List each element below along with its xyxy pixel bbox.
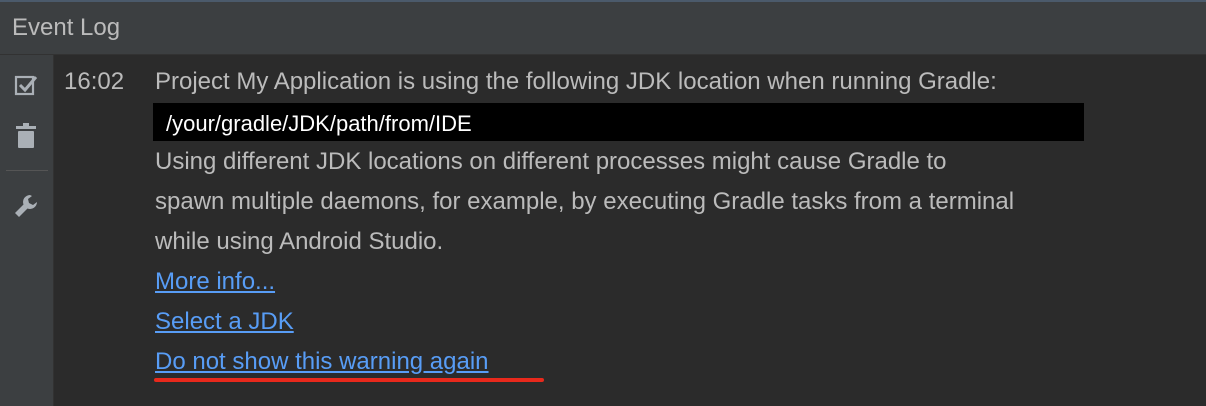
wrench-icon	[15, 195, 37, 217]
event-body-line: spawn multiple daemons, for example, by …	[155, 188, 1015, 215]
do-not-show-again-link[interactable]: Do not show this warning again	[155, 348, 489, 376]
jdk-path-value: /your/gradle/JDK/path/from/IDE	[153, 103, 1084, 141]
event-body-line: Using different JDK locations on differe…	[155, 148, 947, 175]
more-info-link[interactable]: More info...	[155, 268, 275, 296]
mark-all-read-icon	[14, 75, 38, 96]
clear-all-button[interactable]	[11, 121, 41, 151]
event-time: 16:02	[64, 68, 125, 95]
event-entry: 16:02 Project My Application is using th…	[54, 55, 1206, 406]
mark-all-read-button[interactable]	[11, 70, 41, 100]
select-jdk-link[interactable]: Select a JDK	[155, 308, 294, 336]
event-log-toolbar	[0, 55, 54, 406]
toolbar-separator	[6, 170, 48, 171]
event-body-line: while using Android Studio.	[155, 228, 444, 255]
highlight-underline	[154, 378, 544, 382]
event-message-line: Project My Application is using the foll…	[155, 68, 997, 95]
event-log-window: Event Log 16:02 Project My Application i…	[0, 0, 1206, 406]
panel-title: Event Log	[12, 14, 121, 41]
settings-button[interactable]	[11, 191, 41, 221]
tool-window-header: Event Log	[0, 0, 1206, 55]
trash-icon	[16, 123, 36, 148]
